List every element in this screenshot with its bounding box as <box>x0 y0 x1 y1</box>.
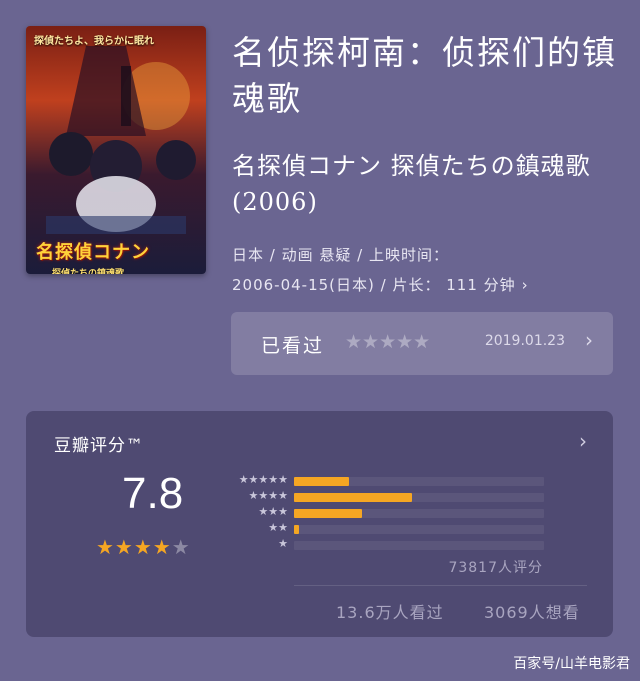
dist-bar-4 <box>294 493 412 502</box>
dist-bar-2 <box>294 525 299 534</box>
chevron-right-icon: › <box>585 328 593 352</box>
dist-track-3 <box>294 509 544 518</box>
movie-meta[interactable]: 日本 / 动画 悬疑 / 上映时间： 2006-04-15(日本) / 片长： … <box>232 240 612 300</box>
seen-count[interactable]: 13.6万人看过 <box>336 599 444 623</box>
filled-stars: ★★★★ <box>96 535 172 559</box>
dist-bar-3 <box>294 509 362 518</box>
divider <box>294 585 587 586</box>
chevron-right-icon: › <box>579 429 587 453</box>
movie-poster[interactable]: 探偵たちよ、我らかに眠れ 名探偵コナン 探偵たちの鎮魂歌 <box>26 26 206 274</box>
watched-status-bar[interactable]: 已看过 ★★★★★ 2019.01.23 › <box>231 312 613 375</box>
meta-line-1: 日本 / 动画 悬疑 / 上映时间： <box>232 246 449 264</box>
dist-stars-label: ★★★★★ <box>238 473 288 486</box>
meta-line-2: 2006-04-15(日本) / 片长： 111 分钟 › <box>232 270 612 300</box>
watched-label: 已看过 <box>261 335 325 357</box>
rating-stars: ★★★★★ <box>96 535 191 559</box>
chevron-right-icon: › <box>521 276 529 294</box>
vote-count: 73817人评分 <box>448 560 543 576</box>
dist-track-5 <box>294 477 544 486</box>
dist-stars-label: ★★★ <box>258 505 288 518</box>
meta-line-2-text: 2006-04-15(日本) / 片长： 111 分钟 <box>232 276 516 294</box>
want-count[interactable]: 3069人想看 <box>484 599 580 623</box>
poster-tagline: 探偵たちよ、我らかに眠れ <box>34 36 154 47</box>
movie-title: 名侦探柯南：侦探们的镇魂歌 <box>232 33 617 118</box>
poster-logo: 名探偵コナン <box>36 242 150 263</box>
original-title: 名探偵コナン 探偵たちの鎮魂歌 (2006) <box>232 152 591 216</box>
dist-stars-label: ★★★★ <box>248 489 288 502</box>
douban-rating-card[interactable]: 豆瓣评分™ › 7.8 ★★★★★ ★★★★★ ★★★★ ★★★ ★★ ★ 73817人… <box>26 411 613 637</box>
rating-title: 豆瓣评分™ <box>54 436 144 456</box>
dist-bar-5 <box>294 477 349 486</box>
dist-stars-label: ★ <box>278 537 288 550</box>
poster-subtitle: 探偵たちの鎮魂歌 <box>52 269 125 274</box>
dist-track-1 <box>294 541 544 550</box>
dist-track-4 <box>294 493 544 502</box>
watermark: 百家号/山羊电影君 <box>513 656 630 672</box>
dist-track-2 <box>294 525 544 534</box>
watched-date: 2019.01.23 <box>484 333 565 349</box>
rating-score: 7.8 <box>122 469 184 518</box>
empty-stars: ★ <box>171 535 191 559</box>
poster-artwork <box>46 46 196 234</box>
user-rating-stars[interactable]: ★★★★★ <box>345 331 430 353</box>
dist-stars-label: ★★ <box>268 521 288 534</box>
